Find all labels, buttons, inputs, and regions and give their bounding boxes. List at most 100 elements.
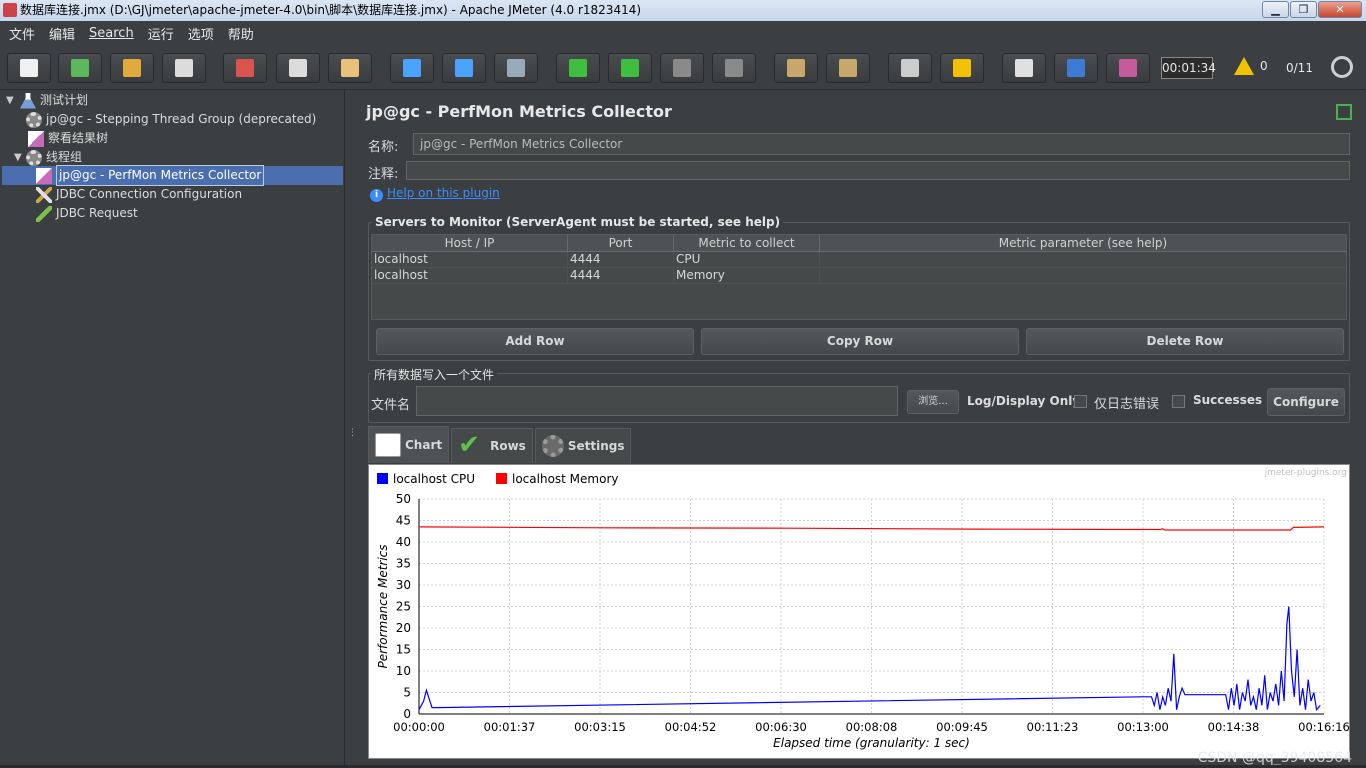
- menu-options[interactable]: 选项: [181, 24, 221, 43]
- function-helper-button[interactable]: [1002, 53, 1046, 83]
- copy-button[interactable]: [276, 53, 320, 83]
- tree-item-jdbc-connection-config[interactable]: JDBC Connection Configuration: [36, 185, 242, 204]
- col-metric[interactable]: Metric to collect: [674, 235, 820, 251]
- expand-button[interactable]: [390, 53, 434, 83]
- remote-button[interactable]: [1106, 53, 1150, 83]
- cut-button[interactable]: [223, 53, 267, 83]
- cell-port[interactable]: 4444: [568, 268, 674, 283]
- browse-button[interactable]: 浏览...: [907, 390, 959, 414]
- x-tick-label: 00:03:15: [574, 720, 626, 734]
- maximize-panel-icon[interactable]: [1336, 104, 1352, 120]
- cell-metric-param[interactable]: [820, 268, 1346, 283]
- filename-label: 文件名: [371, 398, 411, 413]
- pane-splitter[interactable]: ⋮: [346, 90, 357, 768]
- x-tick-label: 00:04:52: [665, 720, 717, 734]
- toggle-button[interactable]: [494, 53, 538, 83]
- servers-table[interactable]: Host / IP Port Metric to collect Metric …: [371, 234, 1347, 320]
- chart-tab-icon: [375, 433, 401, 457]
- tree-expand-arrow[interactable]: ▼: [6, 95, 14, 106]
- configure-button[interactable]: Configure: [1267, 388, 1345, 416]
- y-tick-label: 0: [403, 707, 411, 721]
- filename-input[interactable]: [416, 386, 898, 416]
- legend-swatch: [377, 473, 388, 484]
- errors-only-checkbox[interactable]: [1074, 395, 1087, 408]
- clear-icon: [787, 59, 805, 77]
- warning-count: 0: [1260, 59, 1268, 73]
- test-plan-tree: ▼ ▼ 测试计划 jp@gc - Stepping Thread Group (…: [0, 90, 345, 768]
- gear-icon: [541, 435, 564, 457]
- clear-all-button[interactable]: [826, 53, 870, 83]
- help-link[interactable]: Help on this plugin: [387, 186, 500, 200]
- col-metric-param[interactable]: Metric parameter (see help): [820, 235, 1346, 251]
- cell-metric-param[interactable]: [820, 252, 1346, 267]
- menu-search[interactable]: Search: [82, 26, 141, 41]
- copy-row-button[interactable]: Copy Row: [701, 328, 1019, 355]
- cell-metric[interactable]: CPU: [674, 252, 820, 267]
- help-button[interactable]: [1054, 53, 1098, 83]
- successes-label: Successes: [1193, 393, 1263, 407]
- minimize-button[interactable]: ▁: [1262, 1, 1289, 18]
- paste-button[interactable]: [328, 53, 372, 83]
- col-host[interactable]: Host / IP: [372, 235, 568, 251]
- cell-metric[interactable]: Memory: [674, 268, 820, 283]
- menu-edit[interactable]: 编辑: [42, 24, 82, 43]
- add-row-button[interactable]: Add Row: [376, 328, 694, 355]
- warning-indicator[interactable]: 0: [1234, 57, 1268, 75]
- new-button[interactable]: [7, 53, 51, 83]
- close-button[interactable]: ✕: [1318, 1, 1362, 18]
- name-field[interactable]: jp@gc - PerfMon Metrics Collector: [413, 133, 1350, 155]
- legend-label: localhost CPU: [393, 472, 475, 486]
- y-tick-label: 50: [396, 492, 411, 506]
- wrench-icon: [36, 186, 52, 203]
- shutdown-button[interactable]: [712, 53, 756, 83]
- chart-svg: 0 5 10 15 20 25 30 35 40 45 50 00:00:00 00:01:37 00:0…: [376, 468, 1349, 750]
- collapse-button[interactable]: [442, 53, 486, 83]
- tree-item-jdbc-request[interactable]: JDBC Request: [36, 204, 138, 223]
- start-button[interactable]: [556, 53, 600, 83]
- tree-item-perfmon-collector[interactable]: jp@gc - PerfMon Metrics Collector: [36, 165, 265, 186]
- col-port[interactable]: Port: [568, 235, 674, 251]
- pen-icon: [36, 205, 52, 222]
- table-row[interactable]: localhost 4444 Memory: [372, 268, 1346, 284]
- templates-button[interactable]: [58, 53, 102, 83]
- x-tick-label: 00:11:23: [1027, 720, 1079, 734]
- start-no-pause-button[interactable]: [608, 53, 652, 83]
- open-button[interactable]: [110, 53, 154, 83]
- tree-item-stepping-thread-group[interactable]: jp@gc - Stepping Thread Group (deprecate…: [26, 110, 316, 129]
- tree-item-view-results-tree[interactable]: 察看结果树: [28, 129, 108, 148]
- stop-button[interactable]: [660, 53, 704, 83]
- cell-port[interactable]: 4444: [568, 252, 674, 267]
- tab-chart[interactable]: Chart: [368, 426, 450, 463]
- y-tick-label: 5: [403, 686, 411, 700]
- search-button[interactable]: [888, 53, 932, 83]
- y-tick-label: 35: [396, 557, 411, 571]
- menu-run[interactable]: 运行: [141, 24, 181, 43]
- chart-icon: [28, 130, 44, 147]
- comment-field[interactable]: [406, 161, 1350, 180]
- clear-button[interactable]: [774, 53, 818, 83]
- tree-expand-arrow[interactable]: ▼: [14, 152, 22, 163]
- maximize-button[interactable]: ❐: [1290, 1, 1317, 18]
- y-tick-label: 30: [396, 578, 411, 592]
- jmeter-app-icon: [3, 3, 17, 17]
- menu-file[interactable]: 文件: [2, 24, 42, 43]
- table-row[interactable]: localhost 4444 CPU: [372, 252, 1346, 268]
- cell-host[interactable]: localhost: [372, 252, 568, 267]
- reset-search-button[interactable]: [940, 53, 984, 83]
- elapsed-timer: 00:01:34: [1161, 57, 1216, 79]
- cut-icon: [236, 59, 254, 77]
- active-threads: 0/11: [1286, 61, 1313, 75]
- save-button[interactable]: [162, 53, 206, 83]
- x-axis-label: Elapsed time (granularity: 1 sec): [773, 736, 970, 750]
- perfmon-chart[interactable]: 0 5 10 15 20 25 30 35 40 45 50 00:00:00 00:01:37 00:0…: [368, 464, 1350, 759]
- tree-item-test-plan[interactable]: 测试计划: [20, 91, 88, 110]
- y-axis-label: Performance Metrics: [376, 544, 390, 668]
- delete-row-button[interactable]: Delete Row: [1026, 328, 1344, 355]
- tab-settings[interactable]: Settings: [534, 428, 632, 463]
- start-icon: [569, 59, 587, 77]
- templates-icon: [71, 59, 89, 77]
- tab-rows[interactable]: ✔ Rows: [451, 428, 533, 463]
- cell-host[interactable]: localhost: [372, 268, 568, 283]
- successes-checkbox[interactable]: [1172, 395, 1185, 408]
- menu-help[interactable]: 帮助: [221, 24, 261, 43]
